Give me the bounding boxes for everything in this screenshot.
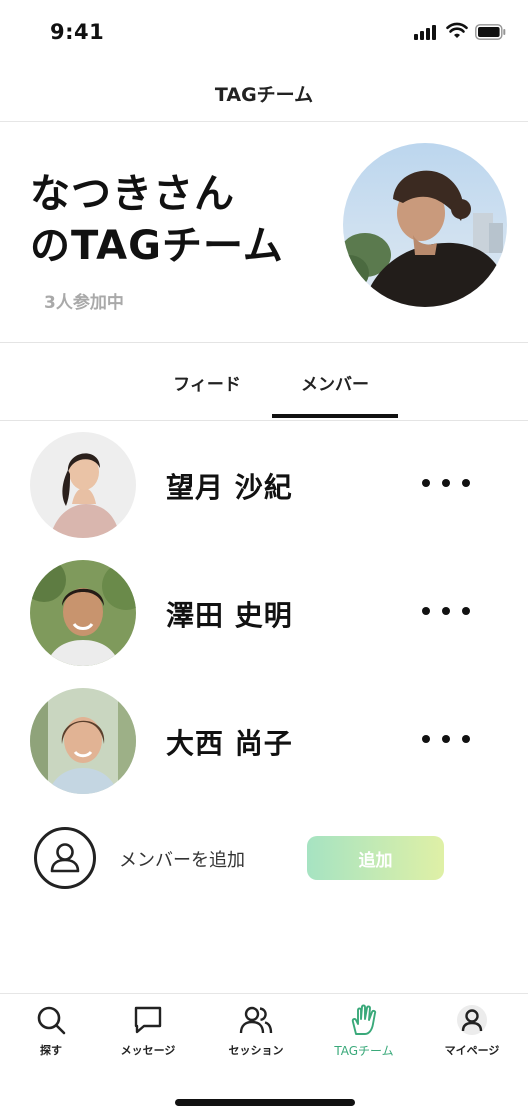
nav-label: セッション (228, 1044, 284, 1057)
home-indicator (175, 1099, 355, 1106)
profile-icon (457, 1005, 487, 1035)
nav-messages[interactable]: メッセージ (98, 1004, 198, 1058)
hand-icon (351, 1004, 377, 1035)
message-icon (134, 1006, 162, 1034)
divider (0, 420, 528, 421)
tab-feed[interactable]: フィード (160, 370, 254, 395)
team-name-line2: のTAGチーム (30, 223, 284, 269)
more-options-button[interactable] (416, 724, 476, 754)
nav-search[interactable]: 探す (1, 1004, 101, 1058)
segment-tabs: フィード メンバー (0, 344, 528, 420)
bottom-tab-bar: 探す メッセージ セッション TAGチーム マイページ (0, 993, 528, 1075)
member-name: 大西 尚子 (166, 727, 293, 760)
status-bar: 9:41 (0, 0, 528, 64)
nav-label: 探す (40, 1044, 62, 1057)
add-member-button[interactable]: 追加 (307, 836, 444, 880)
nav-label: TAGチーム (334, 1044, 394, 1058)
add-member-icon[interactable] (34, 827, 96, 889)
users-icon (239, 1006, 273, 1034)
team-name: なつきさん のTAGチーム (30, 168, 330, 272)
member-name: 望月 沙紀 (166, 471, 293, 504)
nav-session[interactable]: セッション (206, 1004, 306, 1058)
member-row: 澤田 史明 (0, 560, 528, 670)
member-count: 3人参加中 (44, 293, 124, 313)
member-row: 大西 尚子 (0, 688, 528, 798)
tab-members[interactable]: メンバー (272, 370, 398, 395)
team-owner-avatar (343, 143, 507, 307)
nav-header: TAGチーム (0, 64, 528, 122)
page-title: TAGチーム (214, 84, 314, 106)
member-avatar[interactable] (30, 560, 136, 666)
wifi-icon (446, 22, 468, 38)
team-name-line1: なつきさん (30, 171, 235, 217)
nav-label: マイページ (444, 1044, 500, 1057)
battery-icon (475, 24, 506, 40)
divider (0, 342, 528, 343)
nav-tag-team[interactable]: TAGチーム (314, 1004, 414, 1059)
more-options-button[interactable] (416, 468, 476, 498)
active-tab-indicator (272, 414, 398, 418)
status-time: 9:41 (50, 20, 105, 44)
nav-mypage[interactable]: マイページ (422, 1004, 522, 1058)
member-row: 望月 沙紀 (0, 432, 528, 542)
add-member-label: メンバーを追加 (119, 850, 245, 871)
signal-icon (414, 25, 440, 40)
more-options-button[interactable] (416, 596, 476, 626)
member-avatar[interactable] (30, 688, 136, 794)
member-avatar[interactable] (30, 432, 136, 538)
member-name: 澤田 史明 (166, 599, 293, 632)
search-icon (37, 1006, 66, 1035)
nav-label: メッセージ (120, 1044, 176, 1057)
tag-team-screen: 9:41 TAGチーム なつきさん のTAGチーム 3人参加中 フィード メンバ… (0, 0, 528, 1118)
